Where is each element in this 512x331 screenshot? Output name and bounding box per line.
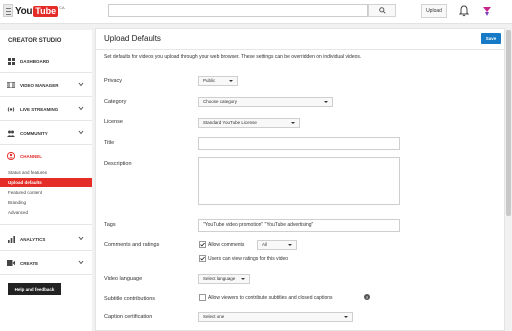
subtitle-contributions-checkbox-label: Allow viewers to contribute subtitles an… bbox=[208, 295, 333, 301]
scrollbar-thumb[interactable] bbox=[506, 30, 511, 216]
guide-menu-icon[interactable] bbox=[3, 4, 13, 17]
logo-you-text: You bbox=[15, 5, 33, 17]
privacy-value: Public bbox=[203, 78, 216, 83]
dropdown-caret-icon bbox=[229, 80, 233, 82]
checkmark-icon bbox=[200, 242, 205, 247]
sidebar-title: CREATOR STUDIO bbox=[8, 38, 62, 44]
caption-certification-label: Caption certification bbox=[104, 314, 153, 320]
chevron-down-icon[interactable] bbox=[78, 82, 84, 87]
sidebar-subitem-upload-defaults[interactable]: Upload defaults bbox=[0, 178, 92, 187]
search-input[interactable] bbox=[108, 4, 368, 17]
sidebar-item-label: CREATE bbox=[20, 260, 39, 266]
title-label: Title bbox=[104, 140, 115, 146]
page-title: Upload Defaults bbox=[104, 34, 161, 43]
save-button[interactable]: Save bbox=[481, 33, 501, 44]
view-ratings-checkbox[interactable] bbox=[199, 255, 206, 262]
help-and-feedback-button[interactable]: Help and feedback bbox=[8, 283, 61, 295]
sidebar-item-dashboard[interactable]: DASHBOARD bbox=[0, 54, 92, 68]
dropdown-caret-icon bbox=[288, 244, 292, 246]
tags-input[interactable]: "YouTube video promotion" "YouTube adver… bbox=[198, 219, 400, 232]
create-icon bbox=[7, 259, 15, 267]
chevron-down-icon[interactable] bbox=[78, 236, 84, 241]
search-icon bbox=[378, 7, 386, 14]
category-dropdown[interactable]: Choose category bbox=[198, 97, 333, 107]
checkmark-icon bbox=[200, 256, 205, 261]
chevron-down-icon[interactable] bbox=[78, 106, 84, 111]
subtitle-contributions-label: Subtitle contributions bbox=[104, 296, 156, 302]
video-manager-icon bbox=[7, 81, 15, 89]
description-textarea[interactable] bbox=[198, 157, 400, 205]
sidebar-item-label: DASHBOARD bbox=[20, 58, 50, 64]
sidebar-item-video-manager[interactable]: VIDEO MANAGER bbox=[0, 78, 92, 92]
help-question-icon[interactable]: ? bbox=[364, 294, 370, 300]
dropdown-caret-icon bbox=[324, 101, 328, 103]
sidebar-item-channel[interactable]: CHANNEL bbox=[0, 149, 92, 163]
dropdown-caret-icon bbox=[291, 122, 295, 124]
license-dropdown[interactable]: Standard YouTube License bbox=[198, 118, 300, 128]
allow-comments-checkbox[interactable] bbox=[199, 241, 206, 248]
license-value: Standard YouTube License bbox=[203, 120, 257, 125]
chevron-down-icon[interactable] bbox=[78, 260, 84, 265]
comments-filter-dropdown[interactable]: All bbox=[257, 240, 297, 250]
top-bar: You Tube CA Upload bbox=[0, 0, 512, 24]
analytics-icon bbox=[7, 235, 15, 243]
sidebar-item-label: CHANNEL bbox=[20, 153, 42, 159]
tags-label: Tags bbox=[104, 222, 116, 228]
sidebar-item-live-streaming[interactable]: LIVE STREAMING bbox=[0, 102, 92, 116]
logo-tube-text: Tube bbox=[33, 5, 59, 17]
view-ratings-label: Users can view ratings for this video bbox=[208, 256, 289, 262]
page-scrollbar[interactable] bbox=[505, 28, 512, 331]
sidebar-item-label: LIVE STREAMING bbox=[20, 106, 59, 112]
search-button[interactable] bbox=[368, 4, 396, 17]
category-value: Choose category bbox=[203, 99, 238, 104]
subtitle-contributions-checkbox[interactable] bbox=[199, 294, 206, 301]
sidebar-item-label: ANALYTICS bbox=[20, 236, 46, 242]
upload-button[interactable]: Upload bbox=[421, 4, 447, 18]
sidebar-item-label: VIDEO MANAGER bbox=[20, 82, 59, 88]
dropdown-caret-icon bbox=[344, 316, 348, 318]
category-label: Category bbox=[104, 99, 127, 105]
sidebar-item-community[interactable]: COMMUNITY bbox=[0, 126, 92, 140]
allow-comments-label: Allow comments bbox=[208, 242, 245, 248]
license-label: License bbox=[104, 119, 123, 125]
avatar[interactable] bbox=[482, 5, 492, 17]
comments-filter-value: All bbox=[262, 242, 268, 247]
creator-studio-sidebar: CREATOR STUDIO DASHBOARD VIDEO MANAGER L… bbox=[0, 30, 92, 331]
dropdown-caret-icon bbox=[241, 278, 245, 280]
description-label: Description bbox=[104, 161, 132, 167]
comments-ratings-label: Comments and ratings bbox=[104, 242, 160, 248]
sidebar-item-label: COMMUNITY bbox=[20, 130, 48, 136]
video-language-value: Select language bbox=[203, 276, 236, 281]
sidebar-subitem-status-and-features[interactable]: Status and features bbox=[0, 168, 92, 177]
bell-icon[interactable] bbox=[459, 5, 469, 17]
chevron-down-icon[interactable] bbox=[78, 130, 84, 135]
title-divider bbox=[96, 49, 504, 50]
youtube-logo[interactable]: You Tube CA bbox=[15, 5, 65, 17]
channel-icon bbox=[7, 152, 15, 160]
intro-text: Set defaults for videos you upload throu… bbox=[104, 54, 362, 60]
sidebar-item-create[interactable]: CREATE bbox=[0, 256, 92, 270]
caption-certification-dropdown[interactable]: Select one bbox=[198, 312, 353, 322]
privacy-dropdown[interactable]: Public bbox=[198, 76, 238, 86]
community-icon bbox=[7, 129, 15, 137]
sidebar-subitem-branding[interactable]: Branding bbox=[0, 198, 92, 207]
caption-certification-value: Select one bbox=[203, 314, 225, 319]
sidebar-subitem-featured-content[interactable]: Featured content bbox=[0, 188, 92, 197]
title-input[interactable] bbox=[198, 137, 400, 150]
sidebar-item-analytics[interactable]: ANALYTICS bbox=[0, 232, 92, 246]
logo-country-code: CA bbox=[59, 5, 65, 10]
dashboard-icon bbox=[7, 57, 15, 65]
sidebar-subitem-advanced[interactable]: Advanced bbox=[0, 208, 92, 217]
privacy-label: Privacy bbox=[104, 78, 123, 84]
live-streaming-icon bbox=[7, 105, 15, 113]
upload-defaults-panel: Upload Defaults Save Set defaults for vi… bbox=[95, 28, 505, 331]
video-language-dropdown[interactable]: Select language bbox=[198, 274, 250, 284]
video-language-label: Video language bbox=[104, 276, 143, 282]
